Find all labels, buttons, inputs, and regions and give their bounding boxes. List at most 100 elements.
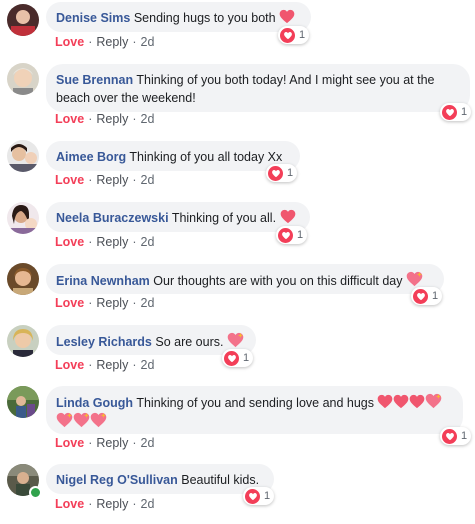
- comment-time[interactable]: 2d: [141, 235, 155, 249]
- reply-button[interactable]: Reply: [96, 358, 128, 372]
- heart-emoji-icon: [280, 209, 296, 224]
- comment-author[interactable]: Linda Gough: [56, 396, 133, 410]
- reply-button[interactable]: Reply: [96, 296, 128, 310]
- love-heart-icon: [442, 428, 457, 444]
- reaction-count: 1: [432, 290, 439, 302]
- reply-button[interactable]: Reply: [96, 436, 128, 450]
- sparkling-heart-icon: [227, 332, 244, 348]
- reaction-badge[interactable]: 1: [243, 487, 275, 505]
- comment-author[interactable]: Denise Sims: [56, 11, 130, 25]
- reply-button[interactable]: Reply: [96, 35, 128, 49]
- sparkling-heart-icon: [425, 393, 442, 409]
- comment-time[interactable]: 2d: [141, 112, 155, 126]
- reaction-badge[interactable]: 1: [278, 26, 310, 44]
- comment-actions: Love · Reply · 2d: [55, 358, 155, 372]
- reply-button[interactable]: Reply: [96, 235, 128, 249]
- reaction-count: 1: [461, 106, 468, 118]
- love-button[interactable]: Love: [55, 173, 84, 187]
- reaction-count: 1: [243, 352, 250, 364]
- comment-text-line2: beach over the weekend!: [56, 91, 196, 105]
- love-button[interactable]: Love: [55, 358, 84, 372]
- love-button[interactable]: Love: [55, 235, 84, 249]
- heart-emoji-icon: [393, 394, 409, 409]
- comment-author[interactable]: Nigel Reg O'Sullivan: [56, 473, 178, 487]
- comment-actions: Love · Reply · 2d: [55, 112, 155, 126]
- comment-bubble: Aimee Borg Thinking of you all today Xx: [46, 141, 300, 171]
- reply-button[interactable]: Reply: [96, 173, 128, 187]
- reaction-badge[interactable]: 1: [440, 427, 472, 445]
- sparkling-heart-icon: [56, 412, 73, 428]
- reaction-badge[interactable]: 1: [440, 103, 472, 121]
- reaction-badge[interactable]: 1: [276, 226, 308, 244]
- reaction-badge[interactable]: 1: [411, 287, 443, 305]
- love-button[interactable]: Love: [55, 112, 84, 126]
- comment-author[interactable]: Sue Brennan: [56, 73, 133, 87]
- comment-bubble: Neela Buraczewski Thinking of you all.: [46, 202, 310, 232]
- comment-text: Sending hugs to you both: [133, 11, 276, 25]
- comment-time[interactable]: 2d: [141, 358, 155, 372]
- avatar[interactable]: [7, 140, 39, 172]
- comment-actions: Love · Reply · 2d: [55, 173, 155, 187]
- comment-time[interactable]: 2d: [141, 436, 155, 450]
- comment-time[interactable]: 2d: [141, 296, 155, 310]
- comment-bubble: Denise Sims Sending hugs to you both: [46, 2, 311, 32]
- avatar[interactable]: [7, 386, 39, 418]
- reply-button[interactable]: Reply: [96, 497, 128, 511]
- heart-emoji-icon: [409, 394, 425, 409]
- reaction-badge[interactable]: 1: [266, 164, 298, 182]
- comments-thread: { "actions": { "love": "Love", "reply": …: [0, 0, 475, 524]
- reply-button[interactable]: Reply: [96, 112, 128, 126]
- reaction-badge[interactable]: 1: [222, 349, 254, 367]
- comment-author[interactable]: Erina Newnham: [56, 274, 150, 288]
- comment-text: Beautiful kids.: [181, 473, 260, 487]
- sparkling-heart-icon: [406, 271, 423, 287]
- comment-time[interactable]: 2d: [141, 173, 155, 187]
- comment-bubble: Erina Newnham Our thoughts are with you …: [46, 264, 444, 294]
- love-button[interactable]: Love: [55, 497, 84, 511]
- comment-actions: Love · Reply · 2d: [55, 235, 155, 249]
- comment-text: Thinking of you all today Xx: [129, 150, 283, 164]
- comment-actions: Love · Reply · 2d: [55, 296, 155, 310]
- reaction-count: 1: [264, 490, 271, 502]
- love-button[interactable]: Love: [55, 35, 84, 49]
- comment-actions: Love · Reply · 2d: [55, 497, 155, 511]
- comment-text: So are ours.: [155, 335, 224, 349]
- reaction-count: 1: [461, 430, 468, 442]
- love-heart-icon: [280, 27, 295, 43]
- comment-text: Our thoughts are with you on this diffic…: [153, 274, 403, 288]
- avatar[interactable]: [7, 263, 39, 295]
- comment-author[interactable]: Aimee Borg: [56, 150, 126, 164]
- avatar[interactable]: [7, 202, 39, 234]
- comment-text: Thinking of you and sending love and hug…: [136, 396, 374, 410]
- comment-text: Thinking of you both today! And I might …: [136, 73, 435, 87]
- love-heart-icon: [278, 227, 293, 243]
- love-heart-icon: [442, 104, 457, 120]
- reaction-count: 1: [297, 229, 304, 241]
- avatar[interactable]: [7, 325, 39, 357]
- comment-author[interactable]: Lesley Richards: [56, 335, 152, 349]
- comment-actions: Love · Reply · 2d: [55, 35, 155, 49]
- love-heart-icon: [413, 288, 428, 304]
- comment-text: Thinking of you all.: [171, 211, 277, 225]
- sparkling-heart-icon: [73, 412, 90, 428]
- comment-bubble: Sue Brennan Thinking of you both today! …: [46, 64, 470, 112]
- love-heart-icon: [224, 350, 239, 366]
- avatar[interactable]: [7, 4, 39, 36]
- comment-actions: Love · Reply · 2d: [55, 436, 155, 450]
- online-status-icon: [29, 486, 42, 499]
- sparkling-heart-icon: [90, 412, 107, 428]
- reaction-count: 1: [299, 29, 306, 41]
- comment-bubble: Nigel Reg O'Sullivan Beautiful kids.: [46, 464, 274, 494]
- comment-author[interactable]: Neela Buraczewski: [56, 211, 169, 225]
- reaction-count: 1: [287, 167, 294, 179]
- comment-time[interactable]: 2d: [141, 497, 155, 511]
- comment-bubble: Linda Gough Thinking of you and sending …: [46, 386, 463, 434]
- comment-time[interactable]: 2d: [141, 35, 155, 49]
- avatar[interactable]: [7, 63, 39, 95]
- love-heart-icon: [268, 165, 283, 181]
- love-heart-icon: [245, 488, 260, 504]
- heart-emoji-icon: [377, 394, 393, 409]
- love-button[interactable]: Love: [55, 436, 84, 450]
- heart-emoji-icon: [279, 9, 295, 24]
- love-button[interactable]: Love: [55, 296, 84, 310]
